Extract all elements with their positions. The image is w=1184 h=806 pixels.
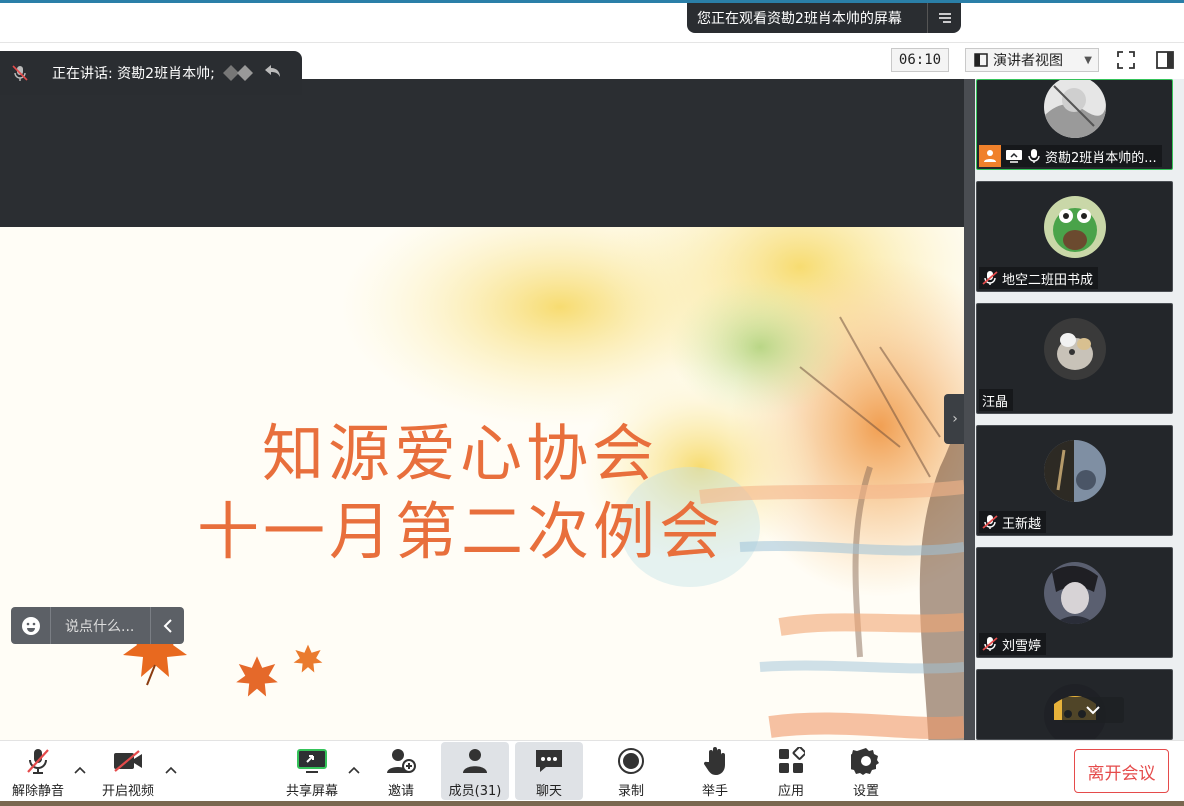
avatar: [1044, 318, 1106, 380]
undo-arrow-icon[interactable]: [263, 63, 281, 83]
participant-tile[interactable]: 汪晶: [976, 303, 1173, 414]
raise-hand-label: 举手: [701, 784, 728, 799]
participant-name-tag: 汪晶: [979, 389, 1014, 411]
slide-title-line1: 知源爱心协会: [262, 417, 659, 490]
participant-name: 汪晶: [982, 394, 1009, 410]
slide-title-line2: 十一月第二次例会: [197, 495, 726, 568]
record-button[interactable]: 录制: [606, 742, 656, 800]
chat-label: 聊天: [535, 784, 562, 799]
chevron-up-icon[interactable]: [163, 762, 179, 778]
record-icon: [617, 745, 645, 777]
members-label: 成员(31): [448, 784, 502, 799]
video-off-icon: [112, 745, 144, 777]
participant-name-tag: 王新越: [979, 511, 1047, 533]
panel-scrollbar[interactable]: [964, 79, 975, 740]
participant-name: 刘雪婷: [1002, 638, 1042, 654]
share-banner-text: 您正在观看资勘2班肖本帅的屏幕: [697, 11, 902, 27]
view-mode-label: 演讲者视图: [993, 53, 1063, 69]
apps-label: 应用: [777, 784, 804, 799]
participant-name-tag: 地空二班田书成: [979, 267, 1099, 289]
leave-meeting-button[interactable]: 离开会议: [1074, 749, 1169, 793]
hand-icon: [702, 745, 728, 777]
apps-button[interactable]: 应用: [766, 742, 816, 800]
chevron-down-icon[interactable]: [1062, 697, 1124, 723]
mic-muted-icon: [0, 64, 40, 82]
chat-placeholder: 说点什么...: [65, 618, 135, 635]
start-video-label: 开启视频: [101, 784, 154, 799]
mic-muted-icon: [982, 636, 998, 652]
avatar: [1044, 196, 1106, 258]
unmute-button[interactable]: 解除静音: [8, 742, 68, 800]
collapse-panel-handle[interactable]: ›: [944, 394, 966, 444]
participant-name: 资勘2班肖本帅的...: [1045, 150, 1157, 166]
record-label: 录制: [617, 784, 644, 799]
fullscreen-icon[interactable]: [1113, 47, 1139, 73]
emoji-icon[interactable]: [11, 607, 51, 644]
share-screen-label: 共享屏幕: [285, 784, 338, 799]
screen-share-banner: 您正在观看资勘2班肖本帅的屏幕: [687, 3, 961, 33]
avatar: [1044, 440, 1106, 502]
mic-muted-icon: [982, 270, 998, 286]
mic-icon: [1027, 148, 1041, 164]
avatar: [1044, 562, 1106, 624]
participant-name-tag: 资勘2班肖本帅的...: [979, 145, 1162, 167]
speaker-avatars: [221, 62, 255, 84]
start-video-button[interactable]: 开启视频: [98, 742, 158, 800]
chevron-up-icon[interactable]: [346, 762, 362, 778]
chevron-left-icon[interactable]: [150, 607, 184, 644]
share-screen-button[interactable]: 共享屏幕: [282, 742, 342, 800]
layout-icon: [974, 53, 988, 67]
chat-button[interactable]: 聊天: [515, 742, 583, 800]
taskbar-strip: [0, 801, 1184, 806]
host-icon: [979, 145, 1001, 167]
apps-grid-icon: [777, 745, 805, 777]
raise-hand-button[interactable]: 举手: [690, 742, 740, 800]
active-speaker-indicator: 正在讲话: 资勘2班肖本帅;: [0, 51, 302, 95]
participant-tile[interactable]: 地空二班田书成: [976, 181, 1173, 292]
participant-tile[interactable]: 资勘2班肖本帅的...: [976, 79, 1173, 170]
participant-name: 地空二班田书成: [1002, 272, 1094, 288]
top-accent-bar: [0, 0, 1184, 3]
mic-muted-icon: [25, 745, 51, 777]
side-panel-icon[interactable]: [1152, 47, 1178, 73]
participant-tile[interactable]: 王新越: [976, 425, 1173, 536]
invite-label: 邀请: [387, 784, 414, 799]
members-button[interactable]: 成员(31): [441, 742, 509, 800]
unmute-label: 解除静音: [11, 784, 64, 799]
settings-label: 设置: [852, 784, 879, 799]
shared-slide: 知源爱心协会 十一月第二次例会: [0, 227, 964, 770]
share-screen-icon: [296, 745, 328, 777]
participant-name: 王新越: [1002, 516, 1042, 532]
active-speaker-label: 正在讲话: 资勘2班肖本帅;: [52, 66, 215, 82]
mic-muted-icon: [982, 514, 998, 530]
screen-share-icon: [1005, 149, 1023, 163]
avatar: [1044, 80, 1106, 138]
invite-button[interactable]: 邀请: [376, 742, 426, 800]
menu-lines-icon[interactable]: [927, 3, 961, 33]
settings-button[interactable]: 设置: [841, 742, 891, 800]
gear-icon: [851, 745, 881, 777]
meeting-timer: 06:10: [891, 48, 949, 72]
chevron-down-icon: ▼: [1084, 54, 1092, 66]
chat-bubble-icon: [534, 745, 564, 777]
members-icon: [460, 745, 490, 777]
quick-chat-input[interactable]: 说点什么...: [11, 607, 184, 644]
participant-name-tag: 刘雪婷: [979, 633, 1047, 655]
participant-tile[interactable]: 刘雪婷: [976, 547, 1173, 658]
view-mode-select[interactable]: 演讲者视图 ▼: [965, 48, 1099, 72]
add-user-icon: [386, 745, 416, 777]
chevron-up-icon[interactable]: [72, 762, 88, 778]
